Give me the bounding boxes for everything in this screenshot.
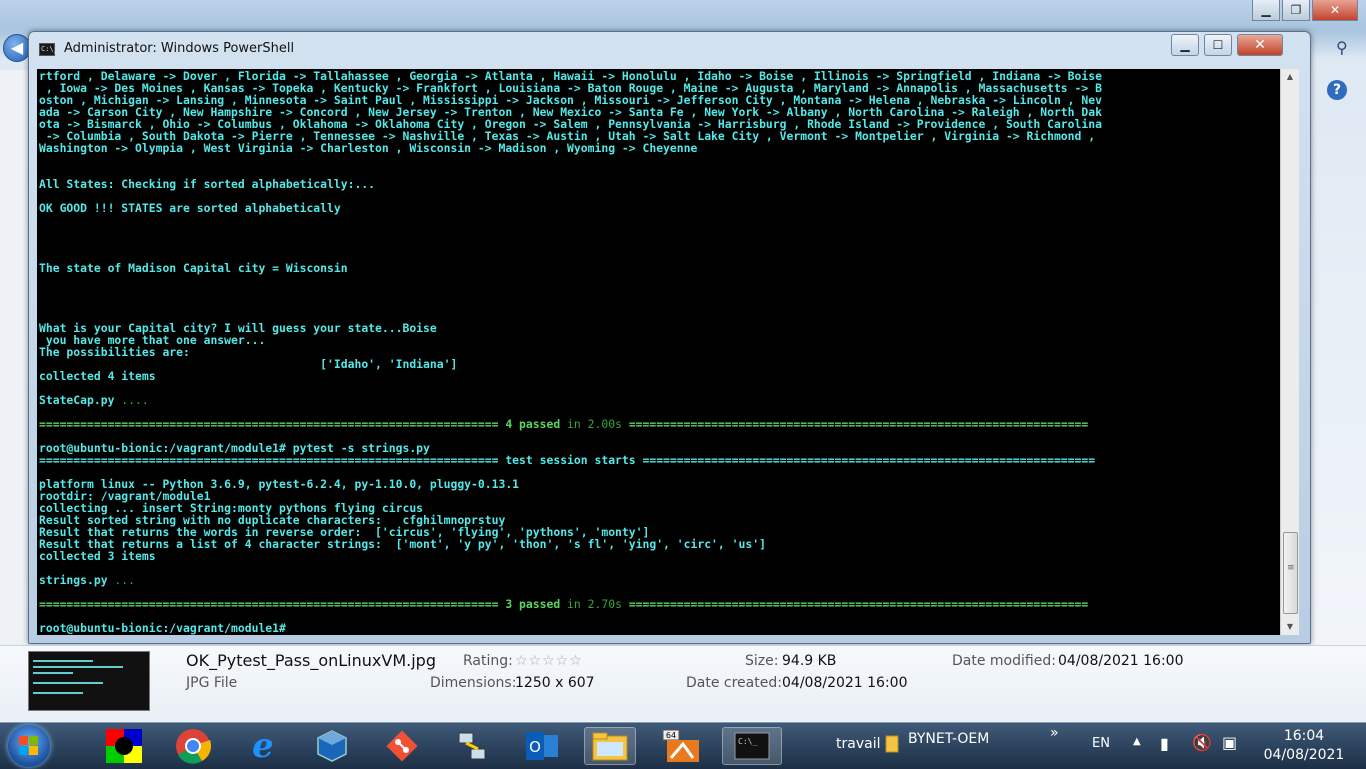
power-icon[interactable]: ▮ <box>1160 734 1169 753</box>
console-line: ========================================… <box>39 453 1096 467</box>
rating-label: Rating: <box>463 653 513 669</box>
console-line: Result that returns a list of 4 characte… <box>39 537 766 551</box>
windows-logo-icon <box>19 736 39 756</box>
size-value: 94.9 KB <box>782 653 837 669</box>
bynet-oem-folder[interactable]: BYNET-OEM <box>908 731 989 747</box>
explorer-close-button[interactable]: ✕ <box>1312 0 1358 21</box>
language-indicator[interactable]: EN <box>1092 736 1110 751</box>
console-line: ========================================… <box>39 417 1089 431</box>
console-line: All States: Checking if sorted alphabeti… <box>39 177 376 191</box>
outlook-icon[interactable]: O <box>516 727 568 765</box>
file-thumbnail[interactable] <box>28 651 150 711</box>
dimensions-label: Dimensions: <box>430 675 517 691</box>
date-modified-label: Date modified: <box>952 653 1056 669</box>
console-line: strings.py ... <box>39 573 136 587</box>
explorer-maximize-button[interactable]: ❐ <box>1282 0 1310 21</box>
console-line: collected 3 items <box>39 549 156 563</box>
powershell-taskbar-icon[interactable]: C:\_ <box>722 727 782 765</box>
console-line: root@ubuntu-bionic:/vagrant/module1# <box>39 621 286 635</box>
back-arrow-icon[interactable]: ◀ <box>3 34 31 62</box>
chrome-icon[interactable] <box>167 727 219 765</box>
date-created-label: Date created: <box>686 675 782 691</box>
travail-toolbar-label[interactable]: travail <box>836 736 880 752</box>
virtualbox-icon[interactable] <box>306 727 358 765</box>
maximize-button[interactable]: ☐ <box>1204 34 1232 56</box>
clock-date: 04/08/2021 <box>1263 747 1345 763</box>
internet-explorer-icon[interactable]: e <box>237 726 289 766</box>
network-tray-icon[interactable]: ▣ <box>1222 733 1237 752</box>
powershell-window: C:\_ Administrator: Windows PowerShell ▁… <box>28 31 1311 644</box>
console-line: Washington -> Olympia , West Virginia ->… <box>39 141 698 155</box>
clock[interactable]: 16:04 04/08/2021 <box>1258 727 1350 765</box>
folder-icon[interactable] <box>880 729 904 759</box>
dimensions-value: 1250 x 607 <box>515 675 595 691</box>
minimize-button[interactable]: ▁ <box>1171 34 1199 56</box>
file-explorer-icon[interactable] <box>584 727 636 765</box>
date-created-value: 04/08/2021 16:00 <box>782 675 908 691</box>
git-icon[interactable] <box>376 727 428 765</box>
taskbar: e O 64 C:\_ travail BYNET-OEM » EN ▲ ▮ 🔇… <box>0 722 1366 769</box>
help-icon[interactable]: ? <box>1327 80 1347 100</box>
svg-text:O: O <box>529 738 541 756</box>
powershell-title: Administrator: Windows PowerShell <box>64 41 295 56</box>
explorer-minimize-button[interactable]: ▁ <box>1252 0 1280 21</box>
rating-stars[interactable]: ☆☆☆☆☆ <box>515 653 583 669</box>
toolbar-overflow-chevron-icon[interactable]: » <box>1050 725 1059 741</box>
paint-icon[interactable] <box>98 727 150 765</box>
console-line: ========================================… <box>39 597 1089 611</box>
file-name: OK_Pytest_Pass_onLinuxVM.jpg <box>186 651 436 670</box>
size-label: Size: <box>745 653 779 669</box>
console-line: ['Idaho', 'Indiana'] <box>39 357 458 371</box>
clock-time: 16:04 <box>1283 728 1325 744</box>
scroll-down-arrow-icon[interactable]: ▼ <box>1281 619 1299 635</box>
powershell-titlebar[interactable]: C:\_ Administrator: Windows PowerShell ▁… <box>29 32 1310 68</box>
scroll-up-arrow-icon[interactable]: ▲ <box>1281 69 1299 85</box>
app-64-icon[interactable]: 64 <box>652 727 710 765</box>
console-line: collected 4 items <box>39 369 156 383</box>
powershell-icon: C:\_ <box>39 43 58 56</box>
console-line: The state of Madison Capital city = Wisc… <box>39 261 348 275</box>
search-icon[interactable]: ⚲ <box>1336 38 1348 57</box>
date-modified-value: 04/08/2021 16:00 <box>1058 653 1184 669</box>
console-scrollbar[interactable]: ▲ ≡ ▼ <box>1280 69 1299 635</box>
console-line: OK GOOD !!! STATES are sorted alphabetic… <box>39 201 341 215</box>
svg-text:C:\_: C:\_ <box>738 737 757 746</box>
details-pane: OK_Pytest_Pass_onLinuxVM.jpg JPG File Ra… <box>0 645 1366 721</box>
console-lines: rtford , Delaware -> Dover , Florida -> … <box>39 70 1102 634</box>
navigation-pane <box>0 70 29 650</box>
svg-text:64: 64 <box>666 731 676 740</box>
network-icon[interactable] <box>446 727 498 765</box>
console-line: you have more that one answer... <box>39 333 266 347</box>
console-output[interactable]: rtford , Delaware -> Dover , Florida -> … <box>37 69 1280 635</box>
scroll-thumb[interactable]: ≡ <box>1283 532 1298 614</box>
explorer-caption-buttons: ▁ ❐ ✕ <box>1252 0 1358 21</box>
close-button[interactable]: ✕ <box>1237 34 1283 56</box>
file-type: JPG File <box>186 675 238 691</box>
start-button[interactable] <box>8 725 50 767</box>
volume-muted-icon[interactable]: 🔇 <box>1192 733 1212 752</box>
console-line: StateCap.py .... <box>39 393 149 407</box>
tray-expand-arrow-icon[interactable]: ▲ <box>1133 736 1141 747</box>
